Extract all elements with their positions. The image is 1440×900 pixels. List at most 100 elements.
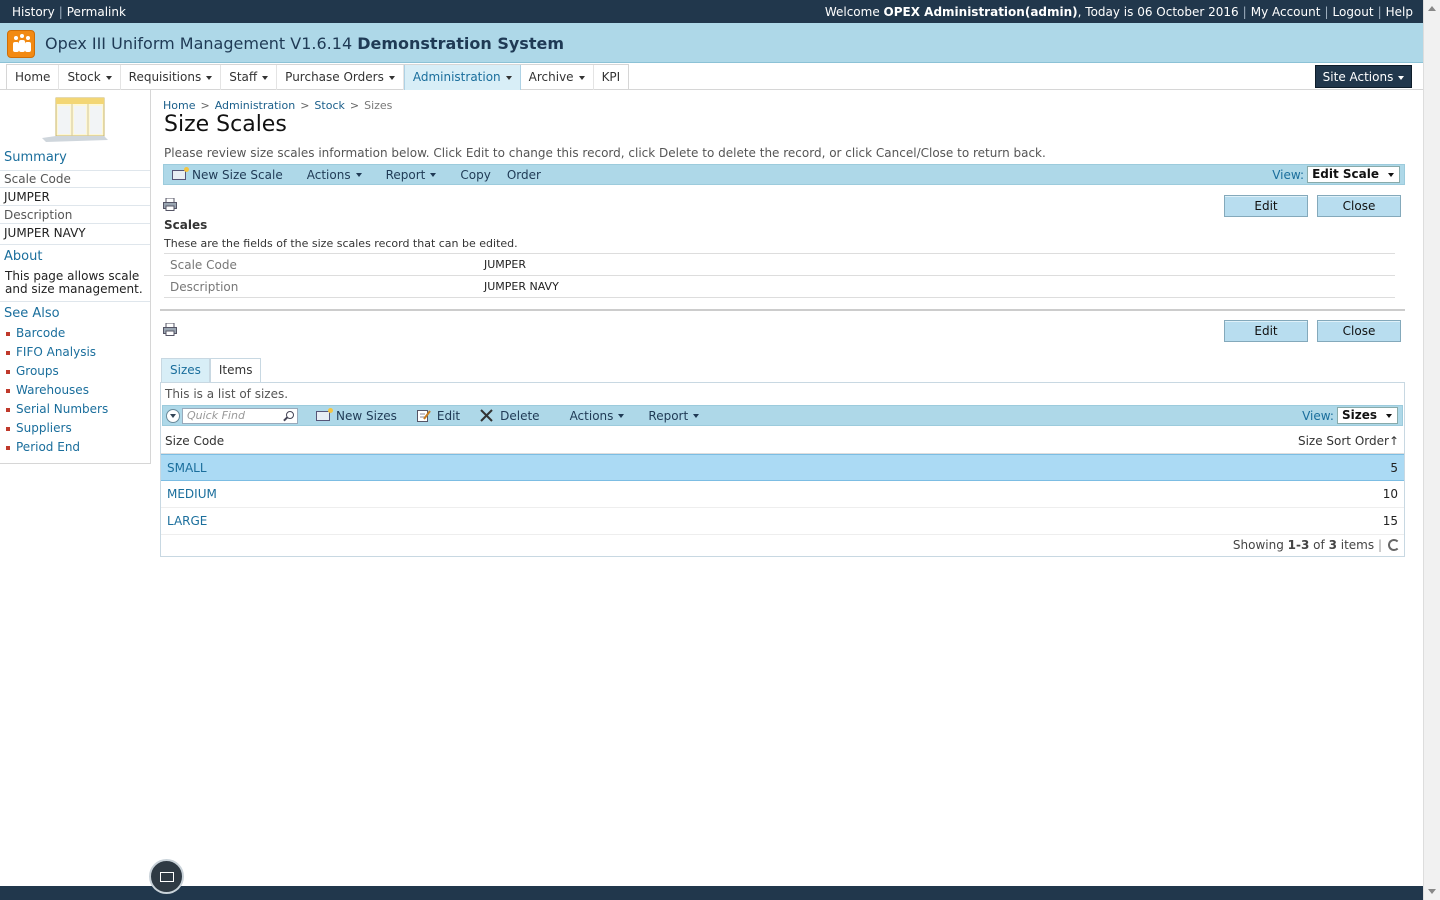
caret-down-icon (1398, 75, 1405, 80)
caret-down-icon (578, 75, 585, 80)
nav-kpi[interactable]: KPI (594, 65, 629, 90)
caret-down-icon (505, 75, 512, 80)
new-record-icon (316, 407, 333, 421)
see-also-heading: See Also (4, 306, 60, 321)
nav-archive[interactable]: Archive (521, 65, 594, 90)
quick-find-input[interactable]: Quick Find (182, 407, 298, 424)
size-code-link[interactable]: MEDIUM (167, 487, 217, 501)
field-value: JUMPER NAVY (484, 280, 559, 293)
list-delete-button[interactable]: Delete (472, 409, 547, 423)
tab-bar: Sizes Items (161, 358, 262, 383)
today-text: , Today is 06 October 2016 (1077, 5, 1239, 19)
list-view-label: View: (1302, 408, 1334, 423)
scroll-up-icon[interactable] (1428, 6, 1436, 11)
breadcrumb-home[interactable]: Home (163, 99, 195, 112)
see-also-warehouses[interactable]: Warehouses (6, 383, 108, 402)
list-header-row: Size Code Size Sort Order↑ (161, 428, 1404, 454)
nav-requisitions[interactable]: Requisitions (121, 65, 222, 90)
close-button[interactable]: Close (1317, 195, 1401, 217)
see-also-period-end[interactable]: Period End (6, 440, 108, 459)
table-row[interactable]: MEDIUM 10 (161, 481, 1404, 508)
see-also-serial-numbers[interactable]: Serial Numbers (6, 402, 108, 421)
scroll-down-icon[interactable] (1428, 889, 1436, 894)
nav-purchase-orders[interactable]: Purchase Orders (277, 65, 404, 90)
actions-menu[interactable]: Actions (299, 168, 370, 182)
order-button[interactable]: Order (499, 168, 549, 182)
page-intro: Please review size scales information be… (164, 146, 1046, 160)
tab-sizes[interactable]: Sizes (161, 358, 210, 383)
see-also-suppliers[interactable]: Suppliers (6, 421, 108, 440)
column-size-sort-order[interactable]: Size Sort Order↑ (1298, 434, 1399, 448)
copy-button[interactable]: Copy (452, 168, 498, 182)
my-account-link[interactable]: My Account (1251, 5, 1321, 19)
showing-total: 3 (1328, 538, 1337, 552)
permalink-link[interactable]: Permalink (67, 5, 126, 19)
top-navigation: Home Stock Requisitions Staff Purchase O… (0, 63, 1423, 90)
column-size-code[interactable]: Size Code (165, 434, 224, 448)
list-report-menu[interactable]: Report (640, 409, 707, 423)
edit-icon (416, 410, 431, 422)
see-also-fifo-analysis[interactable]: FIFO Analysis (6, 345, 108, 364)
summary-heading: Summary (4, 150, 67, 165)
nav-administration[interactable]: Administration (403, 65, 521, 90)
print-icon[interactable] (163, 323, 177, 336)
new-sizes-button[interactable]: New Sizes (308, 407, 405, 423)
scale-code-label: Scale Code (4, 172, 71, 186)
mail-button[interactable] (149, 859, 184, 894)
list-view-selector[interactable]: Sizes (1336, 407, 1398, 424)
size-code-link[interactable]: SMALL (167, 461, 207, 475)
list-toolbar: Quick Find New Sizes Edit Delete Actions… (162, 405, 1403, 426)
report-menu[interactable]: Report (378, 168, 445, 182)
description-value: JUMPER NAVY (4, 226, 86, 240)
scales-section-description: These are the fields of the size scales … (164, 237, 518, 250)
showing-range: 1-3 (1287, 538, 1310, 552)
list-footer: Showing 1-3 of 3 items | (1233, 538, 1400, 552)
field-row-description: Description JUMPER NAVY (164, 276, 1395, 298)
page-title: Size Scales (164, 112, 287, 137)
app-logo-icon[interactable] (7, 30, 35, 58)
field-label: Description (170, 280, 239, 294)
close-button[interactable]: Close (1317, 320, 1401, 342)
showing-text: Showing (1232, 538, 1284, 552)
caret-down-icon (1386, 414, 1392, 418)
history-link[interactable]: History (12, 5, 55, 19)
breadcrumb: Home > Administration > Stock > Sizes (163, 99, 393, 112)
nav-home[interactable]: Home (7, 65, 60, 90)
help-link[interactable]: Help (1386, 5, 1413, 19)
view-selector[interactable]: Edit Scale (1307, 166, 1400, 183)
edit-button[interactable]: Edit (1224, 320, 1308, 342)
site-actions-button[interactable]: Site Actions (1315, 65, 1412, 88)
size-sort-order: 15 (1382, 514, 1398, 528)
refresh-icon[interactable] (1388, 539, 1400, 551)
breadcrumb-stock[interactable]: Stock (314, 99, 344, 112)
title-bar: Opex III Uniform Management V1.6.14 Demo… (0, 23, 1423, 63)
sizes-list-panel: This is a list of sizes. Quick Find New … (160, 382, 1405, 557)
scales-fields-table: Scale Code JUMPER Description JUMPER NAV… (164, 253, 1395, 298)
edit-button[interactable]: Edit (1224, 195, 1308, 217)
list-actions-menu[interactable]: Actions (562, 409, 633, 423)
print-icon[interactable] (163, 198, 177, 211)
caret-down-icon (618, 413, 625, 418)
tab-items[interactable]: Items (209, 358, 262, 383)
size-sort-order: 5 (1390, 461, 1398, 475)
sort-ascending-icon: ↑ (1388, 434, 1399, 448)
caret-down-icon (693, 413, 700, 418)
see-also-groups[interactable]: Groups (6, 364, 108, 383)
caret-down-icon (388, 75, 395, 80)
see-also-barcode[interactable]: Barcode (6, 326, 108, 345)
nav-staff[interactable]: Staff (221, 65, 278, 90)
field-row-scale-code: Scale Code JUMPER (164, 254, 1395, 276)
nav-stock[interactable]: Stock (59, 65, 121, 90)
search-icon[interactable] (286, 410, 294, 419)
new-size-scale-button[interactable]: New Size Scale (164, 166, 291, 182)
vertical-scrollbar[interactable] (1423, 0, 1440, 900)
size-code-link[interactable]: LARGE (167, 514, 207, 528)
logout-link[interactable]: Logout (1333, 5, 1374, 19)
table-row[interactable]: SMALL 5 (161, 454, 1404, 481)
table-row[interactable]: LARGE 15 (161, 508, 1404, 535)
breadcrumb-administration[interactable]: Administration (215, 99, 296, 112)
list-edit-button[interactable]: Edit (409, 409, 468, 423)
scales-section-title: Scales (164, 218, 208, 232)
quick-find-toggle-icon[interactable] (166, 408, 180, 423)
caret-down-icon (262, 75, 269, 80)
